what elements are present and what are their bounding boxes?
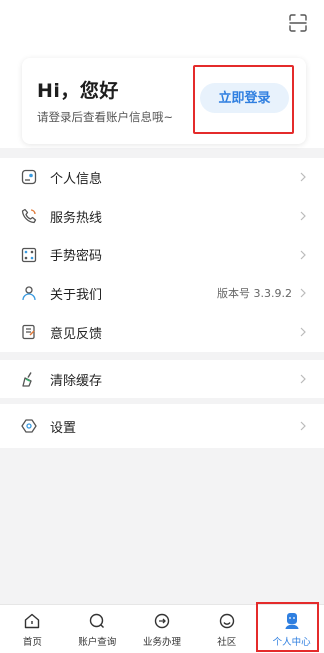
chevron-right-icon (300, 172, 306, 182)
tab-account-query[interactable]: 账户查询 (65, 605, 130, 653)
login-button[interactable]: 立即登录 (200, 83, 289, 113)
menu-item-label: 清除缓存 (50, 373, 103, 389)
business-icon (154, 613, 170, 629)
community-icon (219, 613, 234, 629)
menu-item-label: 个人信息 (50, 171, 103, 187)
menu-group-main: 个人信息 服务热线 手势密码 关于我们 版本号 3.3.9.2 意见反馈 (0, 158, 324, 352)
login-hint-text: 请登录后查看账户信息哦~ (37, 110, 174, 124)
menu-group-settings: 设置 (0, 404, 324, 448)
phone-icon (21, 208, 37, 224)
menu-item-label: 意见反馈 (50, 326, 103, 342)
tab-label: 业务办理 (142, 637, 181, 648)
tab-business[interactable]: 业务办理 (130, 605, 195, 653)
chevron-right-icon (300, 211, 306, 221)
empty-area (0, 454, 324, 604)
menu-item-settings[interactable]: 设置 (0, 404, 324, 448)
gear-icon (21, 419, 37, 433)
menu-item-label: 手势密码 (50, 249, 103, 265)
menu-item-label: 关于我们 (50, 287, 103, 303)
menu-item-personal-info[interactable]: 个人信息 (0, 158, 324, 197)
chevron-right-icon (300, 288, 306, 298)
tab-home[interactable]: 首页 (0, 605, 65, 653)
menu-item-feedback[interactable]: 意见反馈 (0, 313, 324, 352)
broom-icon (22, 372, 32, 387)
menu-item-gesture-password[interactable]: 手势密码 (0, 235, 324, 274)
greeting-text: Hi，您好 (37, 80, 119, 102)
home-icon (25, 613, 40, 629)
menu-group-cache: 清除缓存 (0, 360, 324, 398)
feedback-icon (22, 324, 35, 340)
tab-community[interactable]: 社区 (194, 605, 259, 653)
version-text: 版本号 3.3.9.2 (217, 287, 292, 301)
chevron-right-icon (300, 327, 306, 337)
chevron-right-icon (300, 421, 306, 431)
bottom-tab-bar: 首页 账户查询 业务办理 社区 个人中心 (0, 604, 324, 653)
menu-item-label: 服务热线 (50, 210, 103, 226)
chevron-right-icon (300, 250, 306, 260)
menu-item-label: 设置 (50, 420, 77, 436)
tab-label: 社区 (217, 637, 237, 648)
tab-label: 个人中心 (272, 637, 311, 648)
gesture-lock-icon (21, 247, 37, 262)
scan-icon[interactable] (288, 13, 308, 33)
menu-item-clear-cache[interactable]: 清除缓存 (0, 360, 324, 399)
chevron-right-icon (300, 374, 306, 384)
login-card: Hi，您好 请登录后查看账户信息哦~ 立即登录 (22, 58, 306, 144)
menu-item-about-us[interactable]: 关于我们 版本号 3.3.9.2 (0, 274, 324, 313)
tab-label: 首页 (22, 637, 42, 648)
about-icon (22, 286, 36, 301)
profile-icon (21, 170, 37, 185)
menu-item-service-hotline[interactable]: 服务热线 (0, 197, 324, 236)
tab-user-center[interactable]: 个人中心 (259, 605, 324, 653)
search-icon (89, 613, 105, 628)
tab-label: 账户查询 (78, 637, 117, 648)
user-center-icon (285, 613, 299, 629)
